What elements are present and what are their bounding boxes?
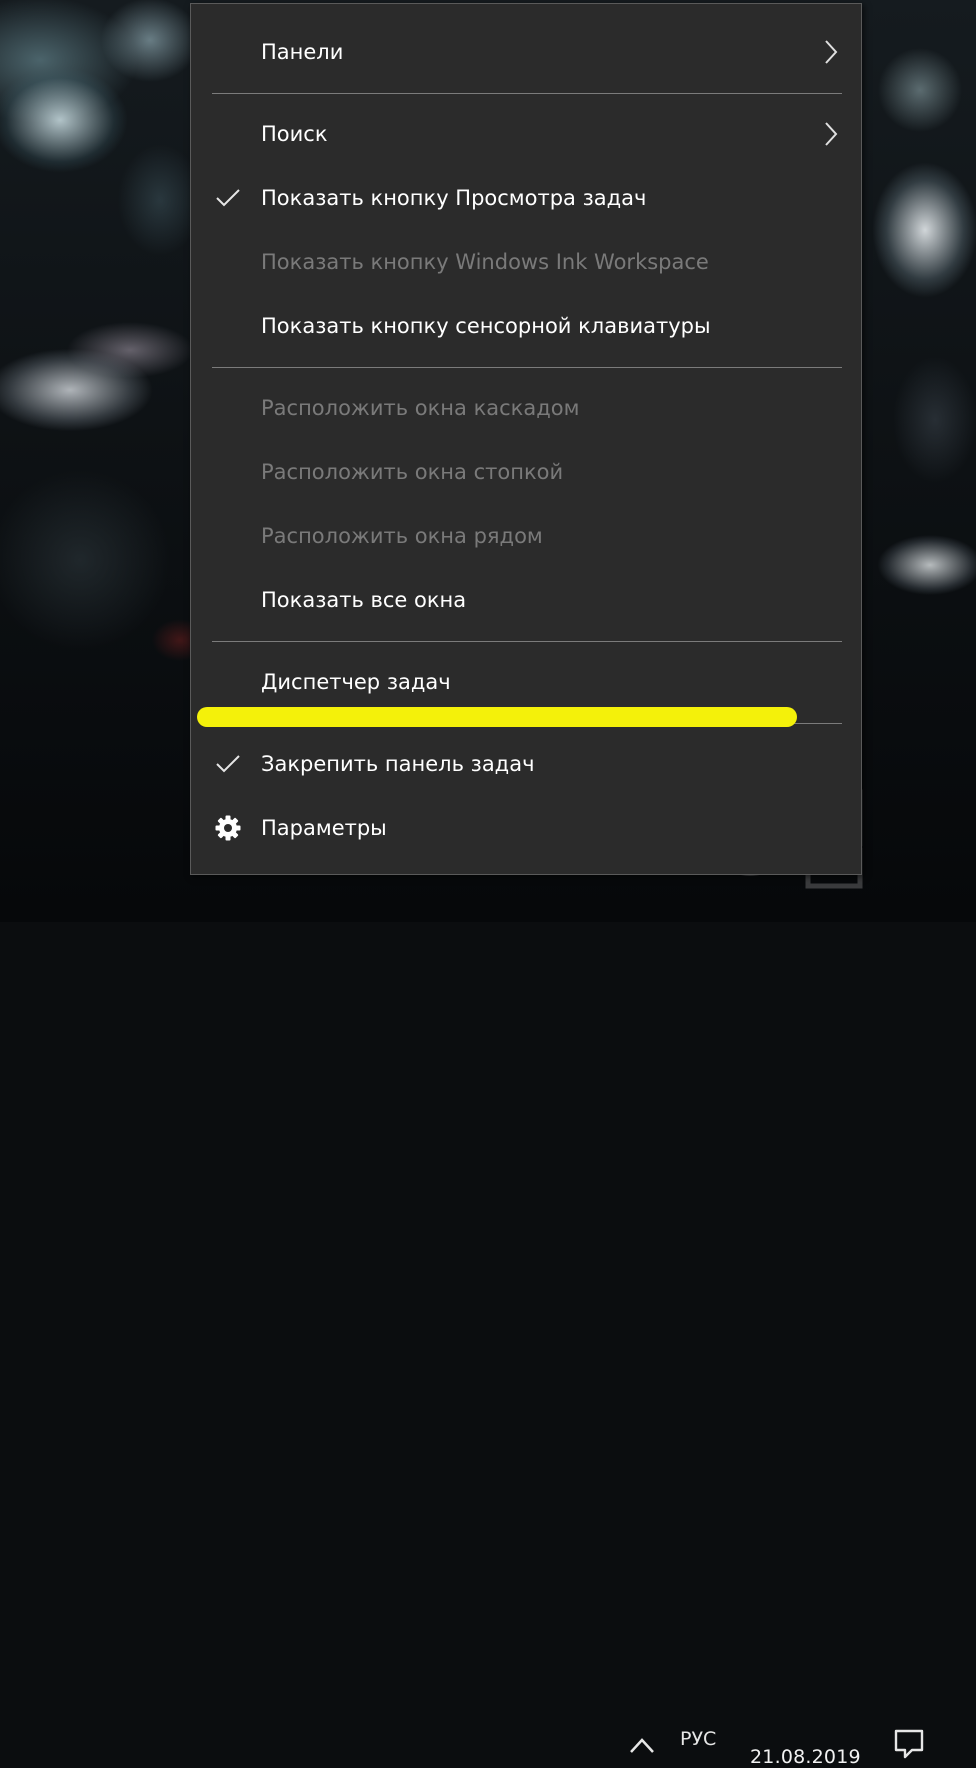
menu-item-label: Панели — [261, 40, 344, 64]
menu-item-label: Показать кнопку Просмотра задач — [261, 186, 647, 210]
menu-item-show-task-view-button[interactable]: Показать кнопку Просмотра задач — [191, 166, 861, 230]
menu-separator — [212, 641, 842, 642]
menu-item-label: Расположить окна стопкой — [261, 460, 564, 484]
gear-icon — [215, 815, 241, 841]
menu-item-show-ink-workspace-button: Показать кнопку Windows Ink Workspace — [191, 230, 861, 294]
menu-item-label: Показать все окна — [261, 588, 467, 612]
menu-item-label: Расположить окна каскадом — [261, 396, 580, 420]
menu-item-taskbar-settings[interactable]: Параметры — [191, 796, 861, 860]
menu-item-show-touch-keyboard-button[interactable]: Показать кнопку сенсорной клавиатуры — [191, 294, 861, 358]
menu-item-label: Закрепить панель задач — [261, 752, 535, 776]
taskbar-date[interactable]: 21.08.2019 — [750, 1746, 861, 1768]
language-indicator[interactable]: РУС — [680, 1728, 716, 1750]
menu-item-lock-taskbar[interactable]: Закрепить панель задач — [191, 732, 861, 796]
menu-item-toolbars[interactable]: Панели — [191, 20, 861, 84]
menu-item-stack-windows: Расположить окна стопкой — [191, 440, 861, 504]
checkmark-icon — [216, 189, 240, 207]
submenu-chevron-right-icon — [825, 40, 838, 64]
menu-item-label: Поиск — [261, 122, 328, 146]
menu-item-search[interactable]: Поиск — [191, 102, 861, 166]
menu-item-label: Расположить окна рядом — [261, 524, 543, 548]
menu-item-cascade-windows: Расположить окна каскадом — [191, 376, 861, 440]
menu-item-side-by-side-windows: Расположить окна рядом — [191, 504, 861, 568]
menu-item-label: Показать кнопку Windows Ink Workspace — [261, 250, 709, 274]
show-hidden-icons-chevron-icon[interactable] — [627, 1730, 657, 1758]
menu-item-task-manager[interactable]: Диспетчер задач — [191, 650, 861, 714]
menu-item-label: Параметры — [261, 816, 387, 840]
menu-item-label: Диспетчер задач — [261, 670, 451, 694]
highlight-underline-marker — [197, 707, 797, 727]
menu-item-show-desktop[interactable]: Показать все окна — [191, 568, 861, 632]
checkmark-icon — [216, 755, 240, 773]
menu-item-label: Показать кнопку сенсорной клавиатуры — [261, 314, 711, 338]
notification-center-icon[interactable] — [892, 1726, 926, 1760]
menu-separator — [212, 93, 842, 94]
menu-separator — [212, 367, 842, 368]
submenu-chevron-right-icon — [825, 122, 838, 146]
taskbar-context-menu: Панели Поиск Показать кнопку Просмотра з… — [190, 3, 862, 875]
